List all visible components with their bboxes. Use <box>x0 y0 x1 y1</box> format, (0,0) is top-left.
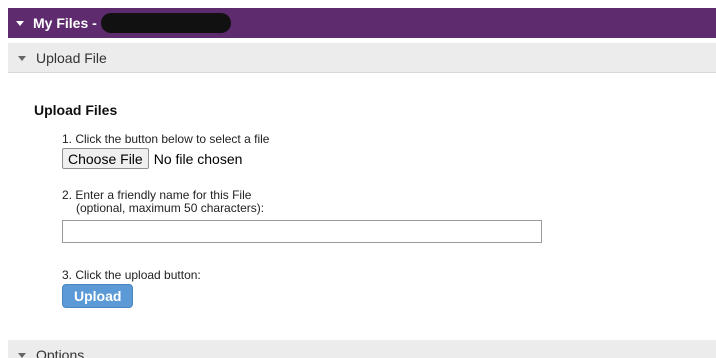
options-header-label: Options <box>36 347 85 358</box>
file-picker: Choose File No file chosen <box>62 148 242 169</box>
options-section-header[interactable]: Options <box>8 340 716 358</box>
friendly-name-input[interactable] <box>62 220 542 243</box>
step2-note: (optional, maximum 50 characters): <box>76 201 265 215</box>
upload-files-title: Upload Files <box>34 102 118 118</box>
upload-files-panel: Upload Files 1. Click the button below t… <box>8 74 716 340</box>
redacted-name <box>100 13 231 33</box>
step1-instruction: 1. Click the button below to select a fi… <box>62 132 270 146</box>
collapse-triangle-icon <box>18 55 26 61</box>
choose-file-button[interactable]: Choose File <box>62 148 149 169</box>
my-files-title-bar[interactable]: My Files - <box>8 8 716 38</box>
upload-file-header-label: Upload File <box>36 49 107 66</box>
file-status-text: No file chosen <box>153 150 243 167</box>
step2-instruction: 2. Enter a friendly name for this File <box>62 188 252 202</box>
collapse-triangle-icon <box>18 353 26 358</box>
step3-instruction: 3. Click the upload button: <box>62 268 201 282</box>
collapse-triangle-icon <box>16 21 24 26</box>
upload-file-section-header[interactable]: Upload File <box>8 43 716 73</box>
my-files-title: My Files - <box>33 15 97 31</box>
upload-button[interactable]: Upload <box>62 284 134 308</box>
